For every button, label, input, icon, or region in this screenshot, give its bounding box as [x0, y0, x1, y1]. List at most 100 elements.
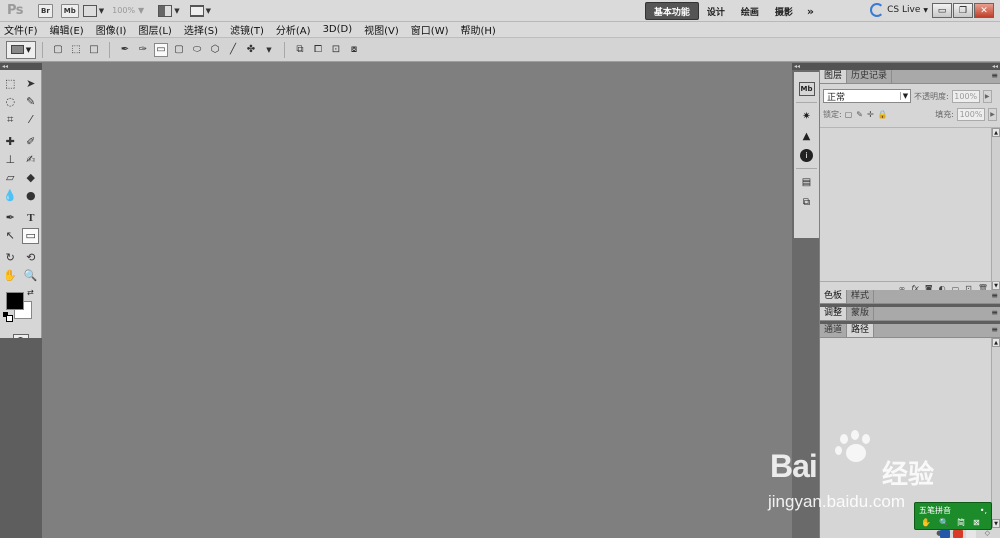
- toolbox-collapse-bar[interactable]: ◂◂: [0, 63, 42, 70]
- menu-view[interactable]: 视图(V): [364, 22, 399, 37]
- blend-mode-select[interactable]: 正常 ▼: [823, 89, 911, 103]
- menu-select[interactable]: 选择(S): [184, 22, 218, 37]
- paths-mode-icon[interactable]: ⬚: [69, 43, 83, 57]
- tab-paths[interactable]: 路径: [847, 324, 875, 337]
- foreground-color-swatch[interactable]: [6, 292, 24, 310]
- tab-masks[interactable]: 蒙版: [847, 307, 875, 320]
- menu-filter[interactable]: 滤镜(T): [230, 22, 264, 37]
- tab-adjustments[interactable]: 调整: [820, 307, 848, 320]
- lock-image-icon[interactable]: ✎: [856, 110, 863, 119]
- pen-icon[interactable]: ✒: [2, 210, 19, 226]
- swap-colors-icon[interactable]: ⇄: [27, 288, 34, 297]
- menu-analysis[interactable]: 分析(A): [276, 22, 311, 37]
- tab-layers[interactable]: 图层: [820, 70, 848, 83]
- panel-menu-icon[interactable]: ≡: [991, 325, 998, 334]
- zoom-icon[interactable]: 🔍: [22, 268, 39, 284]
- pen-tool-option-icon[interactable]: ✒: [118, 43, 132, 57]
- panel-menu-icon[interactable]: ≡: [991, 71, 998, 80]
- view-extras-dropdown[interactable]: ▼: [82, 4, 104, 17]
- screen-mode-dropdown[interactable]: ▼: [189, 4, 211, 17]
- scroll-up-icon[interactable]: ▲: [992, 338, 1000, 347]
- fill-field[interactable]: 100%: [957, 107, 985, 121]
- restore-button[interactable]: ❐: [953, 3, 973, 18]
- mini-bridge-button[interactable]: Mb: [60, 3, 79, 18]
- ime-mode[interactable]: 简: [957, 517, 965, 528]
- close-button[interactable]: ✕: [974, 3, 994, 18]
- character-panel-icon[interactable]: ▤: [799, 175, 815, 189]
- workspace-painting-button[interactable]: 绘画: [733, 2, 767, 20]
- brush-icon[interactable]: ✐: [22, 134, 39, 150]
- ime-punct-indicator[interactable]: •,: [980, 506, 987, 515]
- paint-bucket-icon[interactable]: ◆: [22, 170, 39, 186]
- dock-expand-arrows[interactable]: ◂◂: [992, 63, 998, 70]
- custom-shape-option-icon[interactable]: ✤: [244, 43, 258, 57]
- spot-healing-icon[interactable]: ✚: [2, 134, 19, 150]
- navigator-icon[interactable]: ✷: [799, 109, 815, 123]
- menu-help[interactable]: 帮助(H): [461, 22, 496, 37]
- cs-live-button[interactable]: CS Live ▼: [870, 3, 928, 17]
- crop-icon[interactable]: ⌗: [2, 112, 19, 128]
- workspace-more-button[interactable]: »: [801, 2, 820, 20]
- workspace-photography-button[interactable]: 摄影: [767, 2, 801, 20]
- eyedropper-icon[interactable]: ⁄: [22, 112, 39, 128]
- paths-scrollbar[interactable]: ▲ ▼: [991, 338, 1000, 528]
- clone-stamp-icon[interactable]: ⊥: [2, 152, 19, 168]
- ime-hand-icon[interactable]: ✋: [921, 518, 931, 527]
- opacity-slider-toggle[interactable]: ▶: [982, 89, 992, 103]
- default-colors-icon[interactable]: [3, 312, 13, 322]
- combine-shapes-icon[interactable]: ⧉: [293, 43, 307, 57]
- layers-scrollbar[interactable]: ▲ ▼: [991, 128, 1000, 290]
- polygon-option-icon[interactable]: ⬡: [208, 43, 222, 57]
- panel-menu-icon[interactable]: ≡: [991, 291, 998, 300]
- lock-position-icon[interactable]: ✛: [867, 110, 874, 119]
- tray-app-icon[interactable]: [940, 530, 950, 538]
- mini-bridge-panel-icon[interactable]: Mb: [798, 82, 815, 96]
- line-option-icon[interactable]: ╱: [226, 43, 240, 57]
- subtract-shapes-icon[interactable]: ⧠: [311, 43, 325, 57]
- exclude-shapes-icon[interactable]: ⧇: [347, 43, 361, 57]
- lock-transparency-icon[interactable]: ▢: [845, 110, 853, 119]
- lock-all-icon[interactable]: 🔒: [878, 110, 888, 119]
- zoom-level-dropdown[interactable]: 100% ▼: [112, 6, 144, 15]
- rectangular-marquee-icon[interactable]: ⬚: [2, 76, 19, 92]
- panel-menu-icon[interactable]: ≡: [991, 308, 998, 317]
- menu-file[interactable]: 文件(F): [4, 22, 38, 37]
- rectangle-shape-icon[interactable]: ▭: [22, 227, 40, 244]
- clone-source-icon[interactable]: ⧉: [799, 195, 815, 209]
- menu-edit[interactable]: 编辑(E): [50, 22, 84, 37]
- tray-app-icon[interactable]: [966, 530, 976, 538]
- path-selection-icon[interactable]: ↖: [2, 228, 19, 244]
- eraser-icon[interactable]: ▱: [2, 170, 19, 186]
- document-workspace[interactable]: [43, 63, 792, 538]
- ime-grid-icon[interactable]: ⊠: [973, 518, 980, 527]
- type-icon[interactable]: T: [22, 210, 39, 226]
- intersect-shapes-icon[interactable]: ⊡: [329, 43, 343, 57]
- freeform-pen-option-icon[interactable]: ✑: [136, 43, 150, 57]
- minimize-button[interactable]: ▭: [932, 3, 952, 18]
- opacity-field[interactable]: 100%: [951, 89, 980, 103]
- ime-status-bar[interactable]: 五笔拼音 •, ✋ 🔍 简 ⊠: [914, 502, 992, 530]
- tray-app-icon[interactable]: [953, 530, 963, 538]
- hand-icon[interactable]: ✋: [2, 268, 19, 284]
- lasso-icon[interactable]: ◌: [2, 94, 19, 110]
- fill-pixels-icon[interactable]: □: [87, 43, 101, 57]
- ime-search-icon[interactable]: 🔍: [939, 518, 949, 527]
- tab-channels[interactable]: 通道: [820, 324, 848, 337]
- workspace-essentials-button[interactable]: 基本功能: [644, 2, 699, 20]
- bridge-button[interactable]: Br: [38, 3, 53, 18]
- 3d-rotate-icon[interactable]: ↻: [2, 250, 19, 266]
- menu-3d[interactable]: 3D(D): [323, 24, 353, 35]
- tab-styles[interactable]: 样式: [847, 290, 875, 303]
- arrange-documents-dropdown[interactable]: ▼: [158, 4, 180, 17]
- info-icon[interactable]: i: [800, 149, 813, 162]
- tool-preset-picker[interactable]: ▼: [6, 40, 36, 59]
- blur-icon[interactable]: 💧: [2, 188, 19, 204]
- menu-window[interactable]: 窗口(W): [411, 22, 449, 37]
- rounded-rectangle-option-icon[interactable]: ▢: [172, 43, 186, 57]
- chevron-down-icon[interactable]: ▼: [262, 43, 276, 57]
- dodge-icon[interactable]: ●: [22, 188, 39, 204]
- ellipse-option-icon[interactable]: ⬭: [190, 43, 204, 57]
- workspace-design-button[interactable]: 设计: [699, 2, 733, 20]
- fill-slider-toggle[interactable]: ▶: [988, 107, 997, 121]
- layers-list[interactable]: ▲ ▼: [820, 127, 1000, 290]
